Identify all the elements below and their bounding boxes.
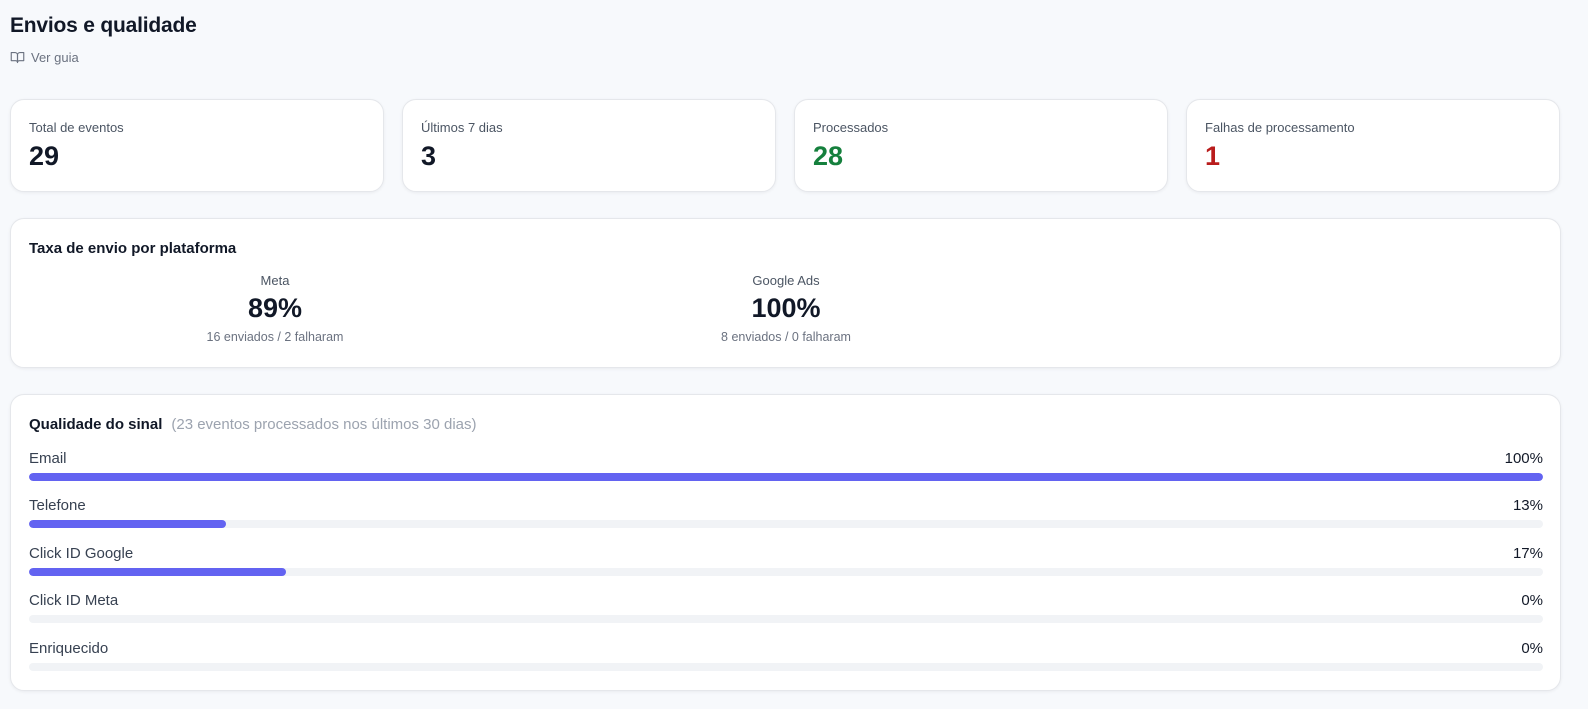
platform-send-rate-card: Taxa de envio por plataforma Meta 89% 16… <box>10 218 1561 368</box>
stat-card-processing-failures: Falhas de processamento 1 <box>1186 99 1560 192</box>
metric-value: 0% <box>1521 592 1543 609</box>
quality-metric-enriched: Enriquecido 0% <box>29 640 1543 674</box>
stat-card-total-events: Total de eventos 29 <box>10 99 384 192</box>
platform-detail: 16 enviados / 2 falharam <box>206 330 344 344</box>
stat-card-last-7-days: Últimos 7 dias 3 <box>402 99 776 192</box>
progress-fill <box>29 473 1543 481</box>
platform-google-ads: Google Ads 100% 8 enviados / 0 falharam <box>636 273 936 344</box>
quality-metric-phone: Telefone 13% <box>29 497 1543 531</box>
metric-value: 17% <box>1512 545 1543 562</box>
section-title: Taxa de envio por plataforma <box>29 240 237 257</box>
quality-metric-email: Email 100% <box>29 450 1543 484</box>
stat-label: Total de eventos <box>29 120 124 135</box>
stat-value: 29 <box>29 141 60 171</box>
page-title: Envios e qualidade <box>10 14 197 37</box>
metric-label: Enriquecido <box>29 640 109 657</box>
stat-label: Processados <box>813 120 889 135</box>
signal-quality-header: Qualidade do sinal (23 eventos processad… <box>29 416 477 433</box>
progress-track <box>29 520 1543 528</box>
metric-value: 0% <box>1521 640 1543 657</box>
progress-fill <box>29 520 226 528</box>
view-guide-link[interactable]: Ver guia <box>10 50 79 65</box>
metric-label: Telefone <box>29 497 86 514</box>
metric-label: Click ID Meta <box>29 592 119 609</box>
progress-track <box>29 568 1543 576</box>
stat-label: Últimos 7 dias <box>421 120 503 135</box>
section-title: Qualidade do sinal <box>29 416 163 433</box>
stat-label: Falhas de processamento <box>1205 120 1355 135</box>
progress-track <box>29 663 1543 671</box>
platform-rate: 89% <box>247 293 303 323</box>
quality-metric-click-id-google: Click ID Google 17% <box>29 545 1543 579</box>
quality-metric-click-id-meta: Click ID Meta 0% <box>29 592 1543 626</box>
metric-value: 100% <box>1504 450 1543 467</box>
progress-fill <box>29 568 287 576</box>
metric-label: Click ID Google <box>29 545 134 562</box>
platform-rate: 100% <box>751 293 821 323</box>
metric-value: 13% <box>1512 497 1543 514</box>
metric-label: Email <box>29 450 67 467</box>
platform-name: Google Ads <box>752 273 820 288</box>
stat-value: 3 <box>421 141 437 171</box>
signal-quality-card: Qualidade do sinal (23 eventos processad… <box>10 394 1561 691</box>
view-guide-label: Ver guia <box>31 50 79 65</box>
platform-meta: Meta 89% 16 enviados / 2 falharam <box>125 273 425 344</box>
progress-track <box>29 615 1543 623</box>
platform-name: Meta <box>260 273 290 288</box>
progress-track <box>29 473 1543 481</box>
stat-value: 28 <box>813 141 844 171</box>
section-subtitle: (23 eventos processados nos últimos 30 d… <box>171 416 477 433</box>
platform-detail: 8 enviados / 0 falharam <box>721 330 851 344</box>
book-open-icon <box>10 50 25 65</box>
stat-value: 1 <box>1205 141 1221 171</box>
stat-card-processed: Processados 28 <box>794 99 1168 192</box>
